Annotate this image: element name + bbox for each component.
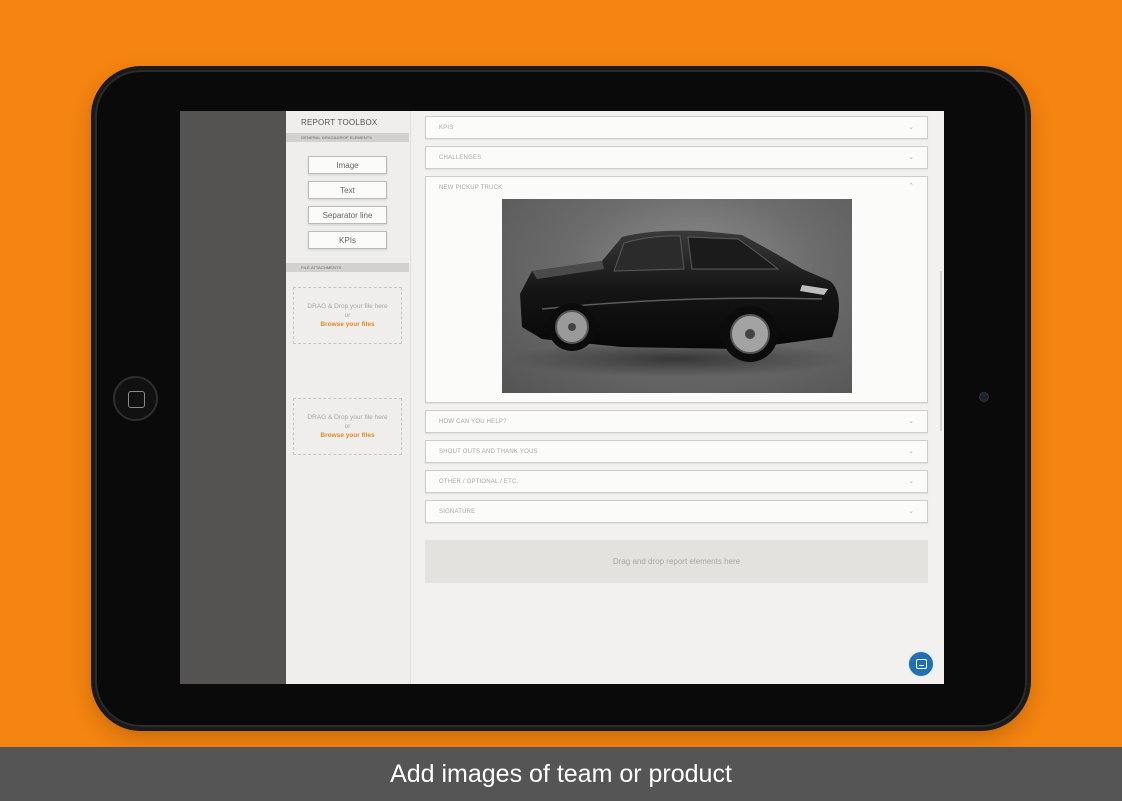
panel-title: SHOUT OUTS AND THANK YOUS xyxy=(439,449,538,455)
browse-files-link[interactable]: Browse your files xyxy=(294,320,401,329)
file-dropzone-2[interactable]: DRAG & Drop your file here or Browse you… xyxy=(293,398,402,455)
dropzone-text: DRAG & Drop your file here xyxy=(307,414,388,421)
panel-kpis[interactable]: KPIS ⌄ xyxy=(425,116,928,139)
separator-tool-button[interactable]: Separator line xyxy=(308,206,387,224)
panel-signature[interactable]: SIGNATURE ⌄ xyxy=(425,500,928,523)
panel-other-optional[interactable]: OTHER / OPTIONAL / ETC. ⌄ xyxy=(425,470,928,493)
dropzone-or: or xyxy=(344,423,351,430)
caption-band: Add images of team or product xyxy=(0,747,1122,801)
panel-how-can-you-help[interactable]: HOW CAN YOU HELP? ⌄ xyxy=(425,410,928,433)
kpis-tool-button[interactable]: KPIs xyxy=(308,231,387,249)
chevron-down-icon[interactable]: ⌄ xyxy=(908,153,914,161)
dropzone-text: DRAG & Drop your file here xyxy=(307,303,388,310)
file-dropzone-1[interactable]: DRAG & Drop your file here or Browse you… xyxy=(293,287,402,344)
report-canvas: KPIS ⌄ CHALLENGES ⌄ NEW PICKUP TRUCK ⌃ H… xyxy=(415,111,944,684)
panel-title: HOW CAN YOU HELP? xyxy=(439,419,507,425)
panel-shout-outs[interactable]: SHOUT OUTS AND THANK YOUS ⌄ xyxy=(425,440,928,463)
panel-title: OTHER / OPTIONAL / ETC. xyxy=(439,479,519,485)
text-tool-button[interactable]: Text xyxy=(308,181,387,199)
chevron-down-icon[interactable]: ⌄ xyxy=(908,417,914,425)
image-tool-button[interactable]: Image xyxy=(308,156,387,174)
chat-button[interactable] xyxy=(907,650,935,678)
caption-text: Add images of team or product xyxy=(390,759,732,788)
report-toolbox: REPORT TOOLBOX GENERAL DRAG&DROP ELEMENT… xyxy=(286,111,411,684)
panel-title: NEW PICKUP TRUCK xyxy=(439,185,503,191)
chevron-up-icon[interactable]: ⌃ xyxy=(908,182,914,190)
browse-files-link[interactable]: Browse your files xyxy=(294,431,401,440)
home-button-icon xyxy=(113,376,158,421)
camera-icon xyxy=(979,392,989,402)
chevron-down-icon[interactable]: ⌄ xyxy=(908,477,914,485)
toolbox-title: REPORT TOOLBOX xyxy=(301,118,378,127)
panel-challenges[interactable]: CHALLENGES ⌄ xyxy=(425,146,928,169)
file-section-header: FILE ATTACHMENTS xyxy=(286,263,409,272)
panel-title: SIGNATURE xyxy=(439,509,476,515)
scrollbar[interactable] xyxy=(940,271,942,431)
panel-title: KPIS xyxy=(439,125,454,131)
chevron-down-icon[interactable]: ⌄ xyxy=(908,123,914,131)
chat-icon xyxy=(915,659,927,669)
dropzone-or: or xyxy=(344,312,351,319)
general-section-header: GENERAL DRAG&DROP ELEMENTS xyxy=(286,133,409,142)
app-screen: REPORT TOOLBOX GENERAL DRAG&DROP ELEMENT… xyxy=(180,111,944,684)
pickup-truck-image xyxy=(502,199,852,393)
panel-title: CHALLENGES xyxy=(439,155,482,161)
panel-new-pickup-truck[interactable]: NEW PICKUP TRUCK ⌃ xyxy=(425,176,928,403)
chevron-down-icon[interactable]: ⌄ xyxy=(908,447,914,455)
side-nav xyxy=(180,111,286,684)
chevron-down-icon[interactable]: ⌄ xyxy=(908,507,914,515)
report-drop-area[interactable]: Drag and drop report elements here xyxy=(425,540,928,583)
